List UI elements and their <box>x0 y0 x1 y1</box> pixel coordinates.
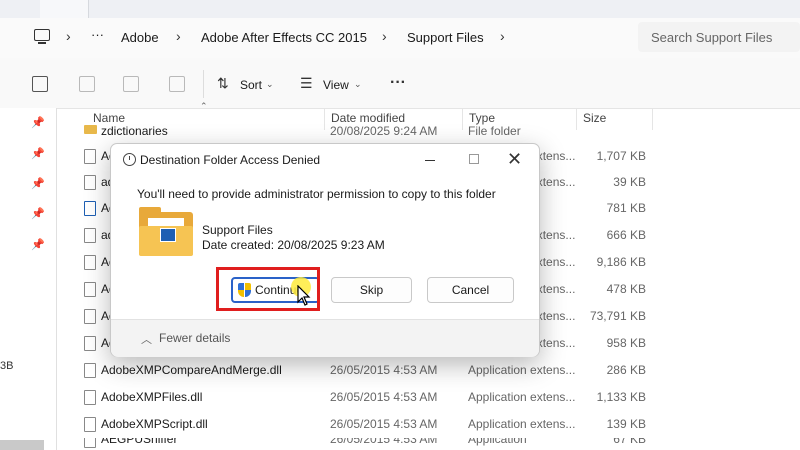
file-size: 781 KB <box>606 201 646 215</box>
rename-icon[interactable] <box>79 76 95 92</box>
view-icon[interactable]: ☰ <box>300 75 313 92</box>
dialog-title-bar[interactable]: Destination Folder Access Denied ✕ <box>111 144 539 176</box>
drive-size-fragment: 3B <box>0 360 14 372</box>
file-size: 39 KB <box>613 175 646 189</box>
search-input[interactable]: Search Support Files <box>651 30 772 45</box>
file-name: zdictionaries <box>101 124 168 138</box>
file-size: 286 KB <box>606 363 646 377</box>
file-icon <box>84 149 96 164</box>
file-icon <box>84 309 96 324</box>
file-icon <box>84 417 96 432</box>
file-date: 20/08/2025 9:24 AM <box>330 124 438 138</box>
skip-button[interactable]: Skip <box>331 277 412 303</box>
pin-icon[interactable]: 📌 <box>31 116 45 129</box>
dialog-footer: ︿ Fewer details <box>111 319 539 357</box>
file-icon <box>84 390 96 405</box>
breadcrumb-item-after-effects[interactable]: Adobe After Effects CC 2015 <box>201 30 367 45</box>
access-denied-dialog: Destination Folder Access Denied ✕ You'l… <box>110 143 540 357</box>
file-date: 26/05/2015 4:53 AM <box>330 417 438 431</box>
file-size: 139 KB <box>606 417 646 431</box>
file-icon <box>84 438 96 448</box>
pin-icon[interactable]: 📌 <box>31 177 45 190</box>
file-size: 666 KB <box>606 228 646 242</box>
pin-icon[interactable]: 📌 <box>31 147 45 160</box>
file-icon <box>84 363 96 378</box>
file-type: File folder <box>468 124 521 138</box>
folder-date-created: Date created: 20/08/2025 9:23 AM <box>202 238 385 252</box>
clock-icon <box>123 153 136 166</box>
view-button[interactable]: View <box>323 78 349 92</box>
cancel-button[interactable]: Cancel <box>427 277 514 303</box>
file-name: AdobeXMPFiles.dll <box>101 390 203 404</box>
chevron-right-icon[interactable]: › <box>66 28 71 44</box>
chevron-up-icon[interactable]: ︿ <box>141 331 152 347</box>
sort-ascending-icon: ⌃ <box>200 101 208 111</box>
file-date: 26/05/2015 4:53 AM <box>330 363 438 377</box>
search-box[interactable]: Search Support Files <box>638 22 800 52</box>
file-size: 73,791 KB <box>589 309 646 323</box>
file-name: AEGPUSniffer <box>101 438 178 446</box>
maximize-button[interactable] <box>469 154 479 164</box>
breadcrumb-item-adobe[interactable]: Adobe <box>121 30 159 45</box>
file-size: 1,133 KB <box>596 390 646 404</box>
toolbar-divider <box>203 70 204 98</box>
chevron-down-icon[interactable]: ⌄ <box>266 79 274 90</box>
file-icon <box>84 228 96 243</box>
file-name: AdobeXMPCompareAndMerge.dll <box>101 363 282 377</box>
chevron-right-icon[interactable]: › <box>176 28 181 44</box>
chevron-down-icon[interactable]: ⌄ <box>354 79 362 90</box>
share-icon[interactable] <box>123 76 139 92</box>
file-size: 9,186 KB <box>596 255 646 269</box>
mouse-cursor-icon <box>297 285 311 306</box>
monitor-stand-icon <box>38 42 46 44</box>
tab-strip <box>0 0 800 18</box>
minimize-button[interactable] <box>425 160 435 161</box>
scrollbar[interactable] <box>0 440 44 450</box>
table-row[interactable]: AdobeXMPFiles.dll 26/05/2015 4:53 AM App… <box>78 384 658 410</box>
sort-icon[interactable]: ⇅ <box>217 75 229 92</box>
breadcrumb-item-support-files[interactable]: Support Files <box>407 30 484 45</box>
sort-button[interactable]: Sort <box>240 78 262 92</box>
delete-icon[interactable] <box>169 76 185 92</box>
folder-name: Support Files <box>202 223 273 237</box>
file-type: Application extens... <box>468 417 576 431</box>
file-type: Application extens... <box>468 390 576 404</box>
monitor-icon[interactable] <box>34 29 50 41</box>
more-options-button[interactable]: ··· <box>390 74 406 92</box>
paste-icon[interactable] <box>32 76 48 92</box>
table-row[interactable]: AdobeXMPScript.dll 26/05/2015 4:53 AM Ap… <box>78 411 658 437</box>
file-size: 1,707 KB <box>596 149 646 163</box>
table-row[interactable]: zdictionaries 20/08/2025 9:24 AM File fo… <box>78 118 658 144</box>
fewer-details-button[interactable]: Fewer details <box>159 331 230 345</box>
file-icon <box>84 175 96 190</box>
navigation-pane <box>0 108 57 450</box>
dialog-title: Destination Folder Access Denied <box>140 153 321 167</box>
file-icon <box>84 282 96 297</box>
pin-icon[interactable]: 📌 <box>31 207 45 220</box>
dialog-message: You'll need to provide administrator per… <box>137 187 496 201</box>
file-date: 26/05/2015 4:53 AM <box>330 390 438 404</box>
folder-icon <box>84 125 97 134</box>
table-row[interactable]: AdobeXMPCompareAndMerge.dll 26/05/2015 4… <box>78 357 658 383</box>
table-row[interactable]: AEGPUSniffer 26/05/2015 4:53 AM Applicat… <box>78 438 658 450</box>
chevron-right-icon[interactable]: › <box>382 28 387 44</box>
file-icon <box>84 255 96 270</box>
file-size: 67 KB <box>613 438 646 446</box>
folder-icon <box>139 207 193 256</box>
chevron-right-icon[interactable]: › <box>500 28 505 44</box>
file-icon <box>84 336 96 351</box>
close-icon[interactable]: ✕ <box>507 149 522 169</box>
file-size: 478 KB <box>606 282 646 296</box>
file-type: Application <box>468 438 527 446</box>
application-icon <box>84 201 96 216</box>
window-tab[interactable] <box>40 0 89 18</box>
breadcrumb-more[interactable]: ··· <box>91 27 104 42</box>
file-name: AdobeXMPScript.dll <box>101 417 208 431</box>
pin-icon[interactable]: 📌 <box>31 238 45 251</box>
file-size: 958 KB <box>606 336 646 350</box>
file-date: 26/05/2015 4:53 AM <box>330 438 438 446</box>
file-type: Application extens... <box>468 363 576 377</box>
